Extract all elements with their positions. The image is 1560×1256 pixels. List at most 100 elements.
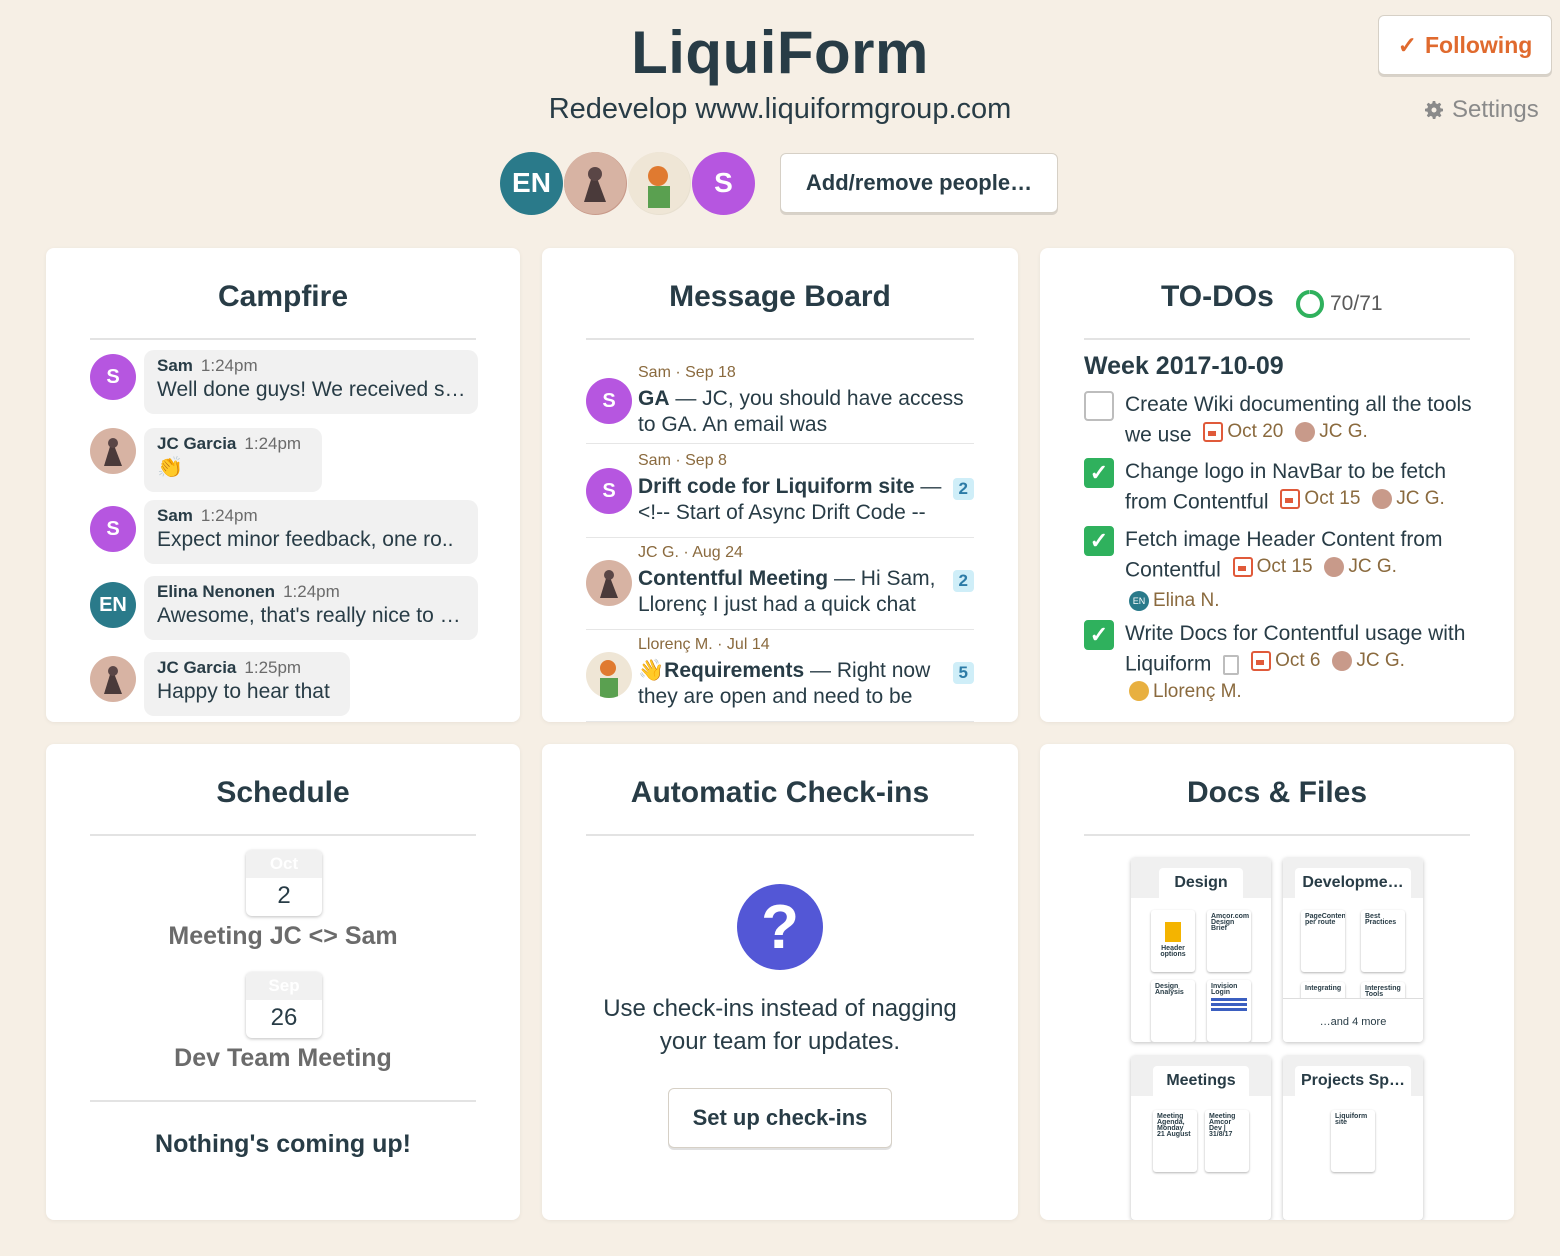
calendar-icon	[1232, 556, 1253, 577]
message-item[interactable]: Llorenç M. · Jul 14 👋Requirements — Righ…	[586, 630, 974, 722]
checkins-card[interactable]: Automatic Check-ins ? Use check-ins inst…	[542, 744, 1018, 1220]
folder-name: Developme…	[1295, 868, 1411, 898]
todo-group-title[interactable]: Week 2017-10-09	[1084, 352, 1284, 381]
todo-checkbox[interactable]: ✓	[1084, 620, 1114, 650]
chat-author: JC Garcia	[157, 658, 237, 677]
docs-files-card[interactable]: Docs & Files Design Header options Amcor…	[1040, 744, 1514, 1220]
todo-progress: 70/71	[1294, 288, 1383, 320]
checkins-description: Use check-ins instead of nagging your te…	[603, 995, 957, 1055]
gear-icon	[1425, 101, 1443, 119]
message-meta: Sam · Sep 8	[638, 452, 727, 469]
message-text: 👋Requirements — Right now they are open …	[638, 659, 931, 708]
date-month: Oct	[246, 850, 322, 878]
avatar	[90, 656, 136, 702]
chat-time: 1:24pm	[244, 434, 302, 453]
comment-count-badge: 2	[952, 570, 974, 592]
message-text: Drift code for Liquiform site — <!-- Sta…	[638, 475, 942, 524]
todos-card[interactable]: TO-DOs 70/71 Week 2017-10-09 Create Wiki…	[1040, 248, 1514, 722]
calendar-icon	[1203, 421, 1224, 442]
chat-bubble: Sam 1:24pm Expect minor feedback, one ro.…	[144, 500, 478, 564]
message-item[interactable]: S Sam · Sep 18 GA — JC, you should have …	[586, 354, 974, 444]
avatar[interactable]: S	[692, 151, 755, 215]
document-thumb: Meeting Amcor Dev | 31/8/17	[1205, 1110, 1249, 1172]
avatar: S	[586, 468, 632, 514]
event-title[interactable]: Dev Team Meeting	[46, 1044, 520, 1073]
chat-bubble: Sam 1:24pm Well done guys! We received s…	[144, 350, 478, 414]
comment-count-badge: 5	[952, 662, 974, 684]
event-title[interactable]: Meeting JC <> Sam	[46, 922, 520, 951]
schedule-card[interactable]: Schedule Oct 2 Meeting JC <> Sam Sep 26 …	[46, 744, 520, 1220]
avatar[interactable]	[628, 151, 691, 215]
message-meta: Sam · Sep 18	[638, 364, 736, 381]
chat-time: 1:24pm	[200, 506, 258, 525]
date-day: 2	[277, 882, 291, 909]
todo-checkbox[interactable]: ✓	[1084, 526, 1114, 556]
chat-line: S Sam 1:24pm Well done guys! We received …	[90, 350, 478, 414]
calendar-icon	[1280, 488, 1301, 509]
avatar: S	[586, 378, 632, 424]
chat-text: Well done guys! We received s…	[157, 378, 465, 401]
message-board-card[interactable]: Message Board S Sam · Sep 18 GA — JC, yo…	[542, 248, 1018, 722]
question-mark-icon: ?	[737, 884, 823, 970]
chat-time: 1:25pm	[244, 658, 302, 677]
project-title: LiquiForm	[631, 19, 929, 86]
assignee: JC G.	[1332, 647, 1405, 674]
avatar: S	[90, 506, 136, 552]
chat-text: Awesome, that's really nice to …	[157, 604, 461, 627]
avatar: S	[90, 354, 136, 400]
todo-progress-label: 70/71	[1330, 292, 1383, 315]
avatar[interactable]: EN	[500, 151, 563, 215]
assignee: JC G.	[1324, 553, 1397, 580]
assignee: JC G.	[1295, 418, 1368, 445]
folder-development[interactable]: Developme… PageContent per route Best Pr…	[1283, 858, 1423, 1042]
folder-projects[interactable]: Projects Sp… Liquiform site	[1283, 1056, 1423, 1220]
avatar	[1372, 488, 1393, 509]
people-row: EN S Add/remove people…	[500, 151, 1058, 215]
avatar	[1332, 650, 1353, 671]
date-chip: Oct 2	[246, 850, 322, 916]
chat-author: Sam	[157, 506, 193, 525]
chat-time: 1:24pm	[283, 582, 340, 601]
folder-name: Design	[1159, 868, 1243, 898]
setup-checkins-button[interactable]: Set up check-ins	[668, 1088, 892, 1148]
todo-text: Change logo in NavBar to be fetch from C…	[1125, 460, 1447, 514]
chat-line: JC Garcia 1:24pm 👏	[90, 428, 322, 492]
settings-link[interactable]: Settings	[1422, 96, 1539, 124]
check-icon: ✓	[1397, 31, 1417, 58]
following-button[interactable]: ✓ Following	[1378, 15, 1552, 75]
folder-design[interactable]: Design Header options Amcor.com Design B…	[1131, 858, 1271, 1042]
campfire-card[interactable]: Campfire S Sam 1:24pm Well done guys! We …	[46, 248, 520, 722]
project-description: Redevelop www.liquiformgroup.com	[548, 93, 1012, 125]
avatar[interactable]	[564, 151, 627, 215]
folder-meetings[interactable]: Meetings Meeting Agenda, Monday 21 Augus…	[1131, 1056, 1271, 1220]
avatar	[586, 652, 632, 698]
chat-author: JC Garcia	[157, 434, 237, 453]
comment-count-badge: 2	[952, 478, 974, 500]
chat-line: JC Garcia 1:25pm Happy to hear that	[90, 652, 350, 716]
card-title: Schedule	[90, 776, 476, 836]
chat-author: Sam	[157, 356, 193, 375]
chat-text: Expect minor feedback, one ro..	[157, 528, 454, 551]
document-thumb: Meeting Agenda, Monday 21 August	[1153, 1110, 1197, 1172]
avatar	[1324, 556, 1345, 577]
due-date: Oct 6	[1251, 647, 1320, 674]
todo-text: Write Docs for Contentful usage with Liq…	[1125, 620, 1485, 708]
chat-text: 👏	[157, 456, 184, 479]
todo-checkbox[interactable]: ✓	[1084, 458, 1114, 488]
person-photo-icon	[628, 151, 690, 214]
card-title: Campfire	[90, 280, 476, 340]
person-photo-icon	[564, 151, 626, 214]
message-meta: JC G. · Aug 24	[638, 544, 743, 561]
due-date: Oct 20	[1203, 418, 1283, 445]
assignee: Llorenç M.	[1129, 678, 1242, 705]
message-item[interactable]: S Sam · Sep 8 Drift code for Liquiform s…	[586, 446, 974, 538]
more-files-label[interactable]: …and 4 more	[1283, 1016, 1423, 1028]
folder-name: Projects Sp…	[1295, 1066, 1411, 1096]
avatar: EN	[90, 582, 136, 628]
chat-bubble: Elina Nenonen 1:24pm Awesome, that's real…	[144, 576, 478, 640]
chat-author: Elina Nenonen	[157, 582, 276, 601]
message-item[interactable]: JC G. · Aug 24 Contentful Meeting — Hi S…	[586, 538, 974, 630]
progress-ring-icon	[1296, 290, 1324, 318]
add-remove-people-button[interactable]: Add/remove people…	[780, 153, 1058, 213]
todo-checkbox[interactable]	[1084, 391, 1114, 421]
